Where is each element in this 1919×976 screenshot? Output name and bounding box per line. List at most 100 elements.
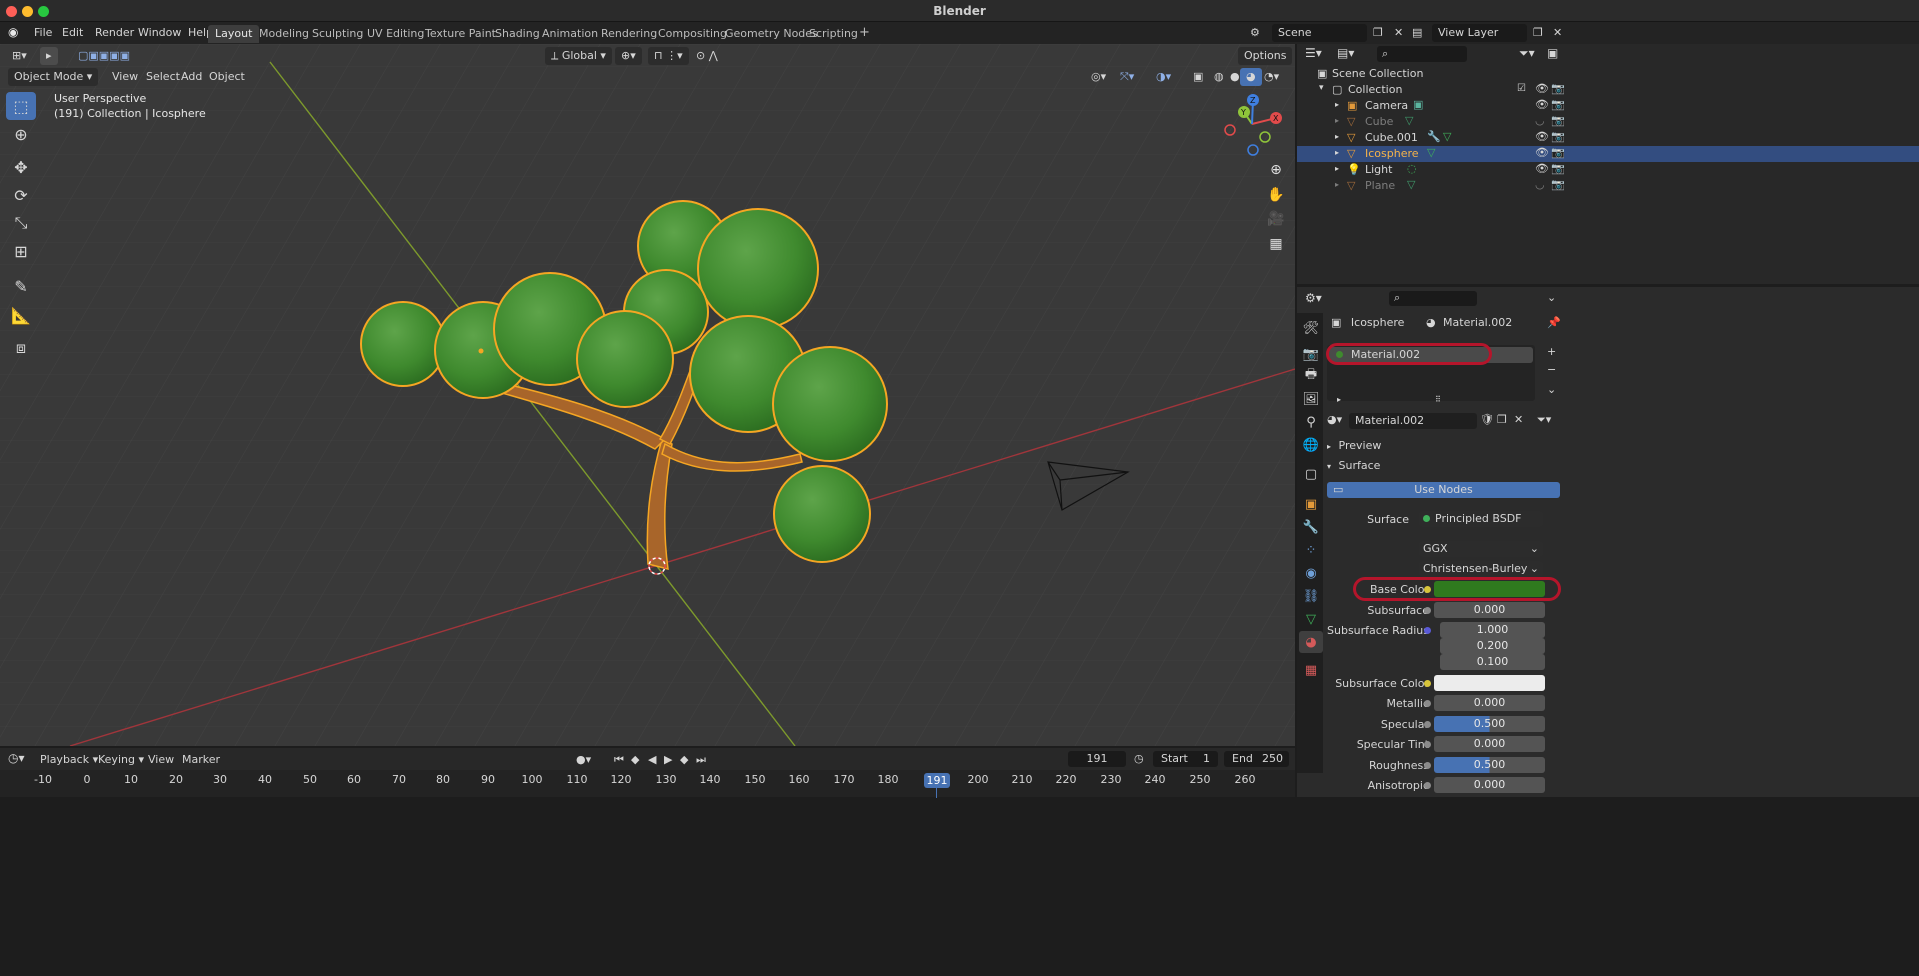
render-camera-icon[interactable]: 📷 [1551, 98, 1565, 111]
data-tab-icon[interactable]: ▽ [1299, 608, 1323, 630]
properties-options-icon[interactable]: ⌄ [1547, 291, 1556, 304]
outliner-editor-type-icon[interactable]: ☰▾ [1305, 46, 1322, 60]
outliner-item-cube[interactable]: ▸ ▽ Cube ▽ ◡ 📷 [1297, 114, 1919, 130]
scene-tab-icon[interactable]: ⚲ [1299, 411, 1323, 433]
collection-tab-icon[interactable]: ▢ [1299, 463, 1323, 485]
anisotropic-value[interactable]: 0.000 [1434, 777, 1545, 793]
view-layer-field[interactable]: View Layer [1432, 24, 1527, 42]
hidden-eye-icon[interactable]: ◡ [1535, 178, 1545, 191]
float-socket-icon[interactable] [1424, 721, 1431, 728]
jump-end-icon[interactable]: ⏭ [690, 751, 712, 769]
menu-edit[interactable]: Edit [62, 26, 83, 39]
physics-tab-icon[interactable]: ◉ [1299, 562, 1323, 584]
preview-panel-header[interactable]: ▸ Preview [1327, 439, 1381, 452]
new-collection-icon[interactable]: ▣ [1547, 46, 1558, 60]
subsurface-radius-x[interactable]: 1.000 [1440, 622, 1545, 638]
roughness-slider[interactable]: 0.500 [1434, 757, 1545, 773]
surface-shader-field[interactable]: Principled BSDF [1419, 511, 1543, 527]
surface-panel-header[interactable]: ▾ Surface [1327, 459, 1380, 472]
select-box-tool[interactable]: ⬚ [6, 92, 36, 120]
subsurface-radius-z[interactable]: 0.100 [1440, 654, 1545, 670]
selection-modes-icon[interactable]: ▢▣▣▣▣ [72, 47, 136, 65]
transform-tool[interactable]: ⊞ [6, 237, 36, 265]
collection-expand-icon[interactable]: ▾ [1319, 83, 1324, 93]
subsurface-radius-y[interactable]: 0.200 [1440, 638, 1545, 654]
fake-user-icon[interactable]: 🛡 [1480, 413, 1494, 426]
delete-view-layer-icon[interactable]: ✕ [1553, 26, 1562, 39]
overlays-toggle-icon[interactable]: ◑▾ [1150, 68, 1177, 86]
material-tab-icon[interactable]: ◕ [1299, 631, 1323, 653]
modifier-tab-icon[interactable]: 🔧 [1299, 516, 1323, 538]
slot-resize-handle[interactable]: ⠿ [1435, 395, 1441, 404]
subsurface-color-swatch[interactable] [1434, 675, 1545, 691]
rotate-tool[interactable]: ⟳ [6, 181, 36, 209]
view-layer-icon[interactable]: ▤ [1412, 26, 1422, 39]
transform-orientation-dropdown[interactable]: ⟂ Global ▾ [545, 47, 612, 65]
properties-search-input[interactable]: ⌕ [1389, 291, 1477, 306]
auto-keying-icon[interactable]: ●▾ [570, 751, 597, 769]
vector-socket-icon[interactable] [1424, 627, 1431, 634]
measure-tool[interactable]: 📐 [6, 301, 36, 329]
timeline-view-menu[interactable]: View [142, 751, 180, 769]
hidden-eye-icon[interactable]: ◡ [1535, 114, 1545, 127]
delete-scene-icon[interactable]: ✕ [1394, 26, 1403, 39]
tool-tab-icon[interactable]: 🛠 [1299, 317, 1323, 339]
view-layer-tab-icon[interactable]: 🖼 [1299, 388, 1323, 410]
node-link-icon[interactable]: ⏷▾ [1537, 413, 1551, 427]
outliner-item-plane[interactable]: ▸ ▽ Plane ▽ ◡ 📷 [1297, 178, 1919, 194]
annotate-tool[interactable]: ✎ [6, 272, 36, 300]
select-mode-icon[interactable]: ▸ [40, 47, 58, 65]
expand-icon[interactable]: ▸ [1335, 148, 1339, 157]
unlink-material-icon[interactable]: ✕ [1514, 413, 1523, 426]
pan-hand-icon[interactable]: ✋ [1264, 183, 1288, 207]
outliner-item-cube-001[interactable]: ▸ ▽ Cube.001 🔧 ▽ 👁 📷 [1297, 130, 1919, 146]
scene-name-field[interactable]: Scene [1272, 24, 1367, 42]
filter-icon[interactable]: ⏷▾ [1519, 46, 1535, 61]
pivot-point-icon[interactable]: ⊕▾ [615, 47, 642, 65]
remove-slot-button[interactable]: − [1547, 363, 1556, 376]
start-frame-field[interactable]: Start 1 [1153, 751, 1218, 767]
float-socket-icon[interactable] [1424, 700, 1431, 707]
3d-viewport[interactable]: ⊞▾ ▸ ▢▣▣▣▣ Object Mode ▾ View Select Add… [0, 44, 1295, 746]
collection-render-icon[interactable]: 📷 [1551, 82, 1565, 95]
metallic-value[interactable]: 0.000 [1434, 695, 1545, 711]
float-socket-icon[interactable] [1424, 762, 1431, 769]
menu-file[interactable]: File [34, 26, 52, 39]
render-tab-icon[interactable]: 📷 [1299, 343, 1323, 365]
camera-view-icon[interactable]: 🎥 [1264, 207, 1288, 231]
expand-icon[interactable]: ▸ [1335, 180, 1339, 189]
color-socket-icon[interactable] [1424, 680, 1431, 687]
specular-slider[interactable]: 0.500 [1434, 716, 1545, 732]
material-browse-icon[interactable]: ◕▾ [1327, 413, 1342, 426]
collection-checkbox-icon[interactable]: ☑ [1517, 83, 1526, 94]
xray-toggle-icon[interactable]: ▣ [1187, 68, 1209, 86]
visibility-eye-icon[interactable]: 👁 [1535, 130, 1549, 143]
viewport-menu-object[interactable]: Object [203, 68, 251, 86]
marker-menu[interactable]: Marker [176, 751, 226, 769]
visibility-eye-icon[interactable]: 👁 [1535, 162, 1549, 175]
expand-icon[interactable]: ▸ [1335, 116, 1339, 125]
duplicate-material-icon[interactable]: ❐ [1497, 413, 1507, 426]
render-camera-icon[interactable]: 📷 [1551, 178, 1565, 191]
new-view-layer-icon[interactable]: ❐ [1533, 26, 1543, 39]
end-frame-field[interactable]: End 250 [1224, 751, 1289, 767]
orthographic-toggle-icon[interactable]: ▦ [1264, 232, 1288, 256]
render-camera-icon[interactable]: 📷 [1551, 146, 1565, 159]
preview-range-icon[interactable]: ◷ [1134, 752, 1144, 765]
use-nodes-button[interactable]: ▭ Use Nodes [1327, 482, 1560, 498]
float-socket-icon[interactable] [1424, 741, 1431, 748]
expand-icon[interactable]: ▸ [1335, 132, 1339, 141]
slot-expand-icon[interactable]: ▸ [1337, 395, 1341, 404]
specular-tint-value[interactable]: 0.000 [1434, 736, 1545, 752]
playhead-frame-badge[interactable]: 191 [924, 773, 950, 788]
expand-icon[interactable]: ▸ [1335, 100, 1339, 109]
new-scene-icon[interactable]: ❐ [1373, 26, 1383, 39]
expand-icon[interactable]: ▸ [1335, 164, 1339, 173]
add-workspace-button[interactable]: + [852, 23, 877, 41]
timeline-editor-type-icon[interactable]: ◷▾ [8, 751, 25, 765]
object-mode-dropdown[interactable]: Object Mode ▾ [8, 68, 99, 86]
move-tool[interactable]: ✥ [6, 153, 36, 181]
menu-render[interactable]: Render [95, 26, 134, 39]
outliner-item-light[interactable]: ▸ 💡 Light ◌ 👁 📷 [1297, 162, 1919, 178]
visibility-eye-icon[interactable]: 👁 [1535, 98, 1549, 111]
